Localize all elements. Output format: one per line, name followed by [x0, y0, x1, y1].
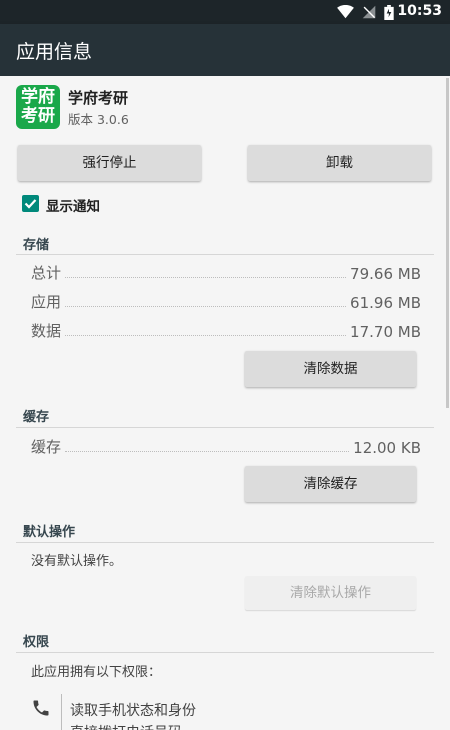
- storage-row-label: 应用: [31, 293, 62, 311]
- battery-icon: [384, 4, 394, 20]
- storage-row-total: 总计 79.66 MB: [31, 261, 421, 283]
- permission-item: 读取手机状态和身份: [70, 703, 196, 719]
- uninstall-button[interactable]: 卸载: [248, 145, 431, 181]
- notification-checkbox[interactable]: [22, 195, 39, 212]
- status-time: 10:53: [397, 3, 442, 19]
- storage-row-app: 应用 61.96 MB: [31, 290, 421, 312]
- storage-row-label: 数据: [31, 322, 62, 340]
- clear-data-button[interactable]: 清除数据: [245, 351, 416, 387]
- storage-row-value: 61.96 MB: [350, 294, 421, 312]
- cache-divider: [16, 427, 434, 428]
- permissions-intro: 此应用拥有以下权限：: [31, 665, 162, 680]
- storage-divider: [16, 254, 434, 255]
- dotted-leader: [65, 451, 350, 452]
- permissions-divider: [16, 652, 434, 653]
- app-icon: 学府 考研: [16, 85, 60, 129]
- dotted-leader: [65, 277, 347, 278]
- status-bar: 10:53: [0, 0, 450, 24]
- cache-row: 缓存 12.00 KB: [31, 435, 421, 457]
- permission-item: 直接拨打电话号码: [70, 722, 182, 730]
- app-version: 版本 3.0.6: [68, 112, 129, 127]
- permissions-section-title: 权限: [23, 635, 50, 650]
- storage-row-value: 17.70 MB: [350, 323, 421, 341]
- phone-icon: [33, 700, 49, 716]
- storage-row-value: 79.66 MB: [350, 265, 421, 283]
- app-bar: 应用信息: [0, 24, 450, 76]
- notification-label[interactable]: 显示通知: [46, 195, 100, 215]
- dotted-leader: [65, 306, 347, 307]
- defaults-divider: [16, 542, 434, 543]
- dotted-leader: [65, 335, 347, 336]
- force-stop-button[interactable]: 强行停止: [18, 145, 201, 181]
- clear-cache-button[interactable]: 清除缓存: [245, 466, 416, 502]
- defaults-text: 没有默认操作。: [31, 554, 123, 569]
- storage-row-data: 数据 17.70 MB: [31, 319, 421, 341]
- app-icon-text-bottom: 考研: [21, 106, 55, 126]
- signal-off-icon: [362, 5, 376, 19]
- storage-row-label: 总计: [31, 264, 62, 282]
- clear-defaults-button[interactable]: 清除默认操作: [245, 576, 416, 610]
- page-title: 应用信息: [16, 41, 93, 63]
- status-icons: [337, 4, 394, 20]
- permission-separator: [61, 694, 62, 730]
- cache-row-value: 12.00 KB: [353, 439, 421, 457]
- storage-section-title: 存储: [23, 238, 50, 253]
- check-icon: [24, 199, 37, 209]
- app-info-content[interactable]: 学府 考研 学府考研 版本 3.0.6 强行停止 卸载 显示通知 存储 总计 7…: [0, 76, 450, 730]
- app-name: 学府考研: [68, 89, 129, 107]
- app-icon-text-top: 学府: [21, 87, 55, 107]
- scrollbar[interactable]: [446, 78, 449, 408]
- cache-section-title: 缓存: [23, 410, 50, 425]
- cache-row-label: 缓存: [31, 438, 62, 456]
- defaults-section-title: 默认操作: [23, 525, 76, 540]
- wifi-icon: [337, 5, 354, 19]
